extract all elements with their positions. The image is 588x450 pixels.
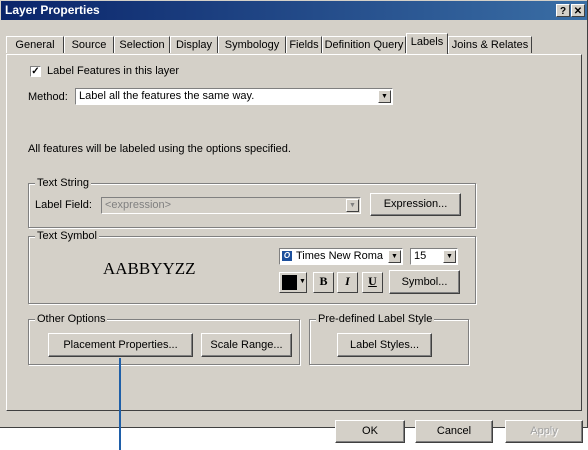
tab-definition-query[interactable]: Definition Query	[322, 36, 406, 53]
help-button[interactable]: ?	[556, 4, 570, 17]
apply-button[interactable]: Apply	[505, 420, 583, 443]
placement-properties-button[interactable]: Placement Properties...	[48, 333, 193, 357]
tab-selection[interactable]: Selection	[114, 36, 170, 53]
cancel-button[interactable]: Cancel	[415, 420, 493, 443]
chevron-down-icon[interactable]: ▼	[443, 250, 456, 263]
label-field-value: <expression>	[105, 199, 172, 211]
other-options-title: Other Options	[35, 313, 108, 325]
chevron-down-icon[interactable]: ▼	[388, 250, 401, 263]
chevron-down-icon: ▼	[299, 278, 306, 285]
label-styles-button[interactable]: Label Styles...	[337, 333, 432, 357]
italic-button[interactable]: I	[337, 272, 358, 293]
method-label: Method:	[28, 91, 68, 103]
title-bar[interactable]: Layer Properties ? ✕	[1, 1, 587, 20]
chevron-down-icon[interactable]: ▼	[346, 199, 359, 212]
predefined-label-style-group: Pre-defined Label Style Label Styles...	[309, 313, 469, 365]
scale-range-button[interactable]: Scale Range...	[201, 333, 292, 357]
font-size-select[interactable]: 15 ▼	[410, 248, 458, 265]
tab-general[interactable]: General	[6, 36, 64, 53]
predefined-label-style-title: Pre-defined Label Style	[316, 313, 435, 325]
tab-symbology[interactable]: Symbology	[218, 36, 286, 53]
label-field-select[interactable]: <expression> ▼	[101, 197, 361, 214]
method-select[interactable]: Label all the features the same way. ▼	[75, 88, 393, 105]
labels-panel: ✓ Label Features in this layer Method: L…	[6, 54, 582, 411]
close-button[interactable]: ✕	[571, 4, 585, 17]
font-value: Times New Roma	[296, 250, 383, 262]
label-field-label: Label Field:	[35, 199, 92, 211]
tab-display[interactable]: Display	[170, 36, 218, 53]
other-options-group: Other Options Placement Properties... Sc…	[28, 313, 300, 365]
text-symbol-group: Text Symbol AABBYYZZ O Times New Roma ▼ …	[28, 230, 476, 304]
underline-button[interactable]: U	[362, 272, 383, 293]
label-features-checkbox[interactable]: ✓	[30, 66, 41, 77]
text-string-title: Text String	[35, 177, 91, 189]
opentype-font-icon: O	[282, 251, 292, 261]
chevron-down-icon[interactable]: ▼	[378, 90, 391, 103]
text-color-button[interactable]: ▼	[279, 272, 307, 293]
expression-button[interactable]: Expression...	[370, 193, 461, 216]
ok-button[interactable]: OK	[335, 420, 405, 443]
bold-button[interactable]: B	[313, 272, 334, 293]
symbol-button[interactable]: Symbol...	[389, 270, 460, 294]
font-size-value: 15	[414, 250, 427, 262]
tab-fields[interactable]: Fields	[286, 36, 322, 53]
text-string-group: Text String Label Field: <expression> ▼ …	[28, 177, 476, 228]
info-text: All features will be labeled using the o…	[28, 143, 291, 155]
label-features-label: Label Features in this layer	[47, 65, 180, 77]
font-select[interactable]: O Times New Roma ▼	[279, 248, 403, 265]
tab-source[interactable]: Source	[64, 36, 114, 53]
callout-pointer-line	[119, 358, 121, 450]
symbol-preview: AABBYYZZ	[103, 259, 196, 278]
layer-properties-dialog: Layer Properties ? ✕ General Source Sele…	[0, 0, 588, 443]
tab-labels[interactable]: Labels	[406, 33, 448, 54]
tab-joins-relates[interactable]: Joins & Relates	[448, 36, 532, 53]
text-symbol-title: Text Symbol	[35, 230, 99, 242]
color-swatch	[282, 275, 297, 290]
window-title: Layer Properties	[5, 3, 100, 17]
method-value: Label all the features the same way.	[79, 90, 255, 102]
